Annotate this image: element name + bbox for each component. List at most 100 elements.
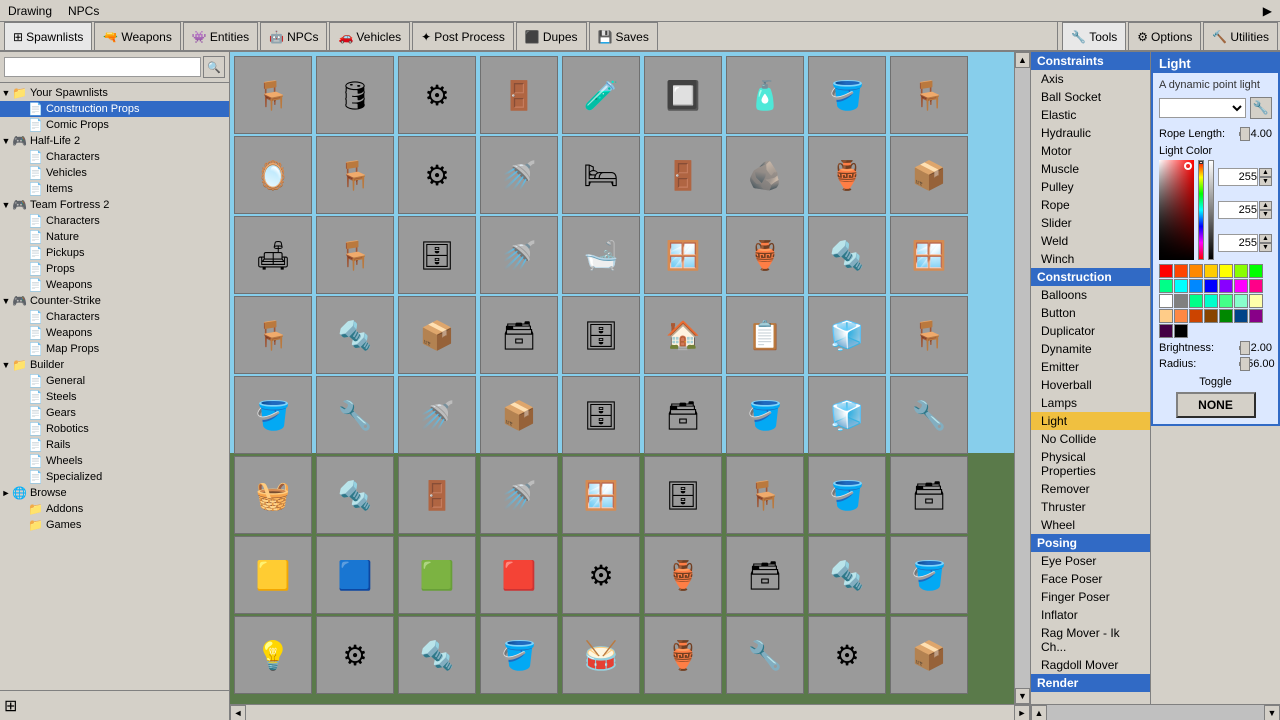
right-tab-options[interactable]: ⚙Options — [1128, 22, 1201, 50]
b-input[interactable] — [1218, 234, 1258, 252]
tab-vehicles[interactable]: 🚗Vehicles — [329, 22, 410, 50]
constraint-winch[interactable]: Winch — [1031, 250, 1150, 268]
construction-balloons[interactable]: Balloons — [1031, 286, 1150, 304]
sprite-item[interactable]: 🪟 — [644, 216, 722, 294]
constraint-muscle[interactable]: Muscle — [1031, 160, 1150, 178]
color-swatch-4[interactable] — [1219, 264, 1233, 278]
rope-slider-thumb[interactable] — [1240, 127, 1250, 141]
sprite-item[interactable]: ⚙ — [316, 616, 394, 694]
right-scroll-down[interactable]: ▼ — [1264, 705, 1280, 720]
tab-weapons[interactable]: 🔫Weapons — [94, 22, 180, 50]
tree-node-games[interactable]: 📁Games — [0, 517, 229, 533]
sprite-item[interactable]: 🪣 — [890, 536, 968, 614]
construction-lamps[interactable]: Lamps — [1031, 394, 1150, 412]
tree-node-tf2-nature[interactable]: 📄Nature — [0, 229, 229, 245]
sprite-item[interactable]: 🟥 — [480, 536, 558, 614]
sprite-item[interactable]: 🧊 — [808, 296, 886, 374]
sprite-item[interactable]: 🔩 — [316, 456, 394, 534]
sprite-item[interactable]: 🚿 — [480, 216, 558, 294]
construction-remover[interactable]: Remover — [1031, 480, 1150, 498]
sprite-item[interactable]: 🔧 — [890, 376, 968, 454]
color-swatch-7[interactable] — [1159, 279, 1173, 293]
tree-node-builder-rails[interactable]: 📄Rails — [0, 437, 229, 453]
panel-bottom-icon[interactable]: ⊞ — [4, 696, 17, 716]
sprite-item[interactable]: 🧴 — [726, 56, 804, 134]
posing-finger-poser[interactable]: Finger Poser — [1031, 588, 1150, 606]
scroll-right-button[interactable]: ► — [1014, 705, 1030, 720]
menu-npcs[interactable]: NPCs — [68, 4, 99, 18]
sprite-item[interactable]: 🚪 — [644, 136, 722, 214]
color-swatch-21[interactable] — [1159, 309, 1173, 323]
sprite-item[interactable]: 🗄 — [398, 216, 476, 294]
search-input[interactable] — [4, 57, 201, 77]
construction-wheel[interactable]: Wheel — [1031, 516, 1150, 534]
color-swatch-10[interactable] — [1204, 279, 1218, 293]
tree-node-builder-specialized[interactable]: 📄Specialized — [0, 469, 229, 485]
construction-emitter[interactable]: Emitter — [1031, 358, 1150, 376]
preset-dropdown[interactable] — [1159, 98, 1246, 118]
r-up-btn[interactable]: ▲ — [1259, 168, 1272, 177]
expand-builder[interactable]: ▼ — [0, 360, 12, 370]
sprite-item[interactable]: 🪑 — [890, 296, 968, 374]
constraint-rope[interactable]: Rope — [1031, 196, 1150, 214]
tree-node-hl2-characters[interactable]: 📄Characters — [0, 149, 229, 165]
color-swatch-8[interactable] — [1174, 279, 1188, 293]
tree-node-construction-props[interactable]: 📄Construction Props — [0, 101, 229, 117]
expand-counter-strike[interactable]: ▼ — [0, 296, 12, 306]
tree-node-hl2-items[interactable]: 📄Items — [0, 181, 229, 197]
construction-hoverball[interactable]: Hoverball — [1031, 376, 1150, 394]
right-scroll-up[interactable]: ▲ — [1031, 705, 1047, 720]
color-swatch-2[interactable] — [1189, 264, 1203, 278]
expand-your-spawnlists[interactable]: ▼ — [0, 88, 12, 98]
sprite-item[interactable]: 🔩 — [808, 216, 886, 294]
posing-eye-poser[interactable]: Eye Poser — [1031, 552, 1150, 570]
tree-node-tf2-props[interactable]: 📄Props — [0, 261, 229, 277]
sprite-item[interactable]: 🚿 — [480, 456, 558, 534]
color-swatch-23[interactable] — [1189, 309, 1203, 323]
color-swatch-15[interactable] — [1174, 294, 1188, 308]
sprite-item[interactable]: 🪑 — [316, 136, 394, 214]
sprite-item[interactable]: 💡 — [234, 616, 312, 694]
sprite-item[interactable]: 🪑 — [234, 296, 312, 374]
construction-duplicator[interactable]: Duplicator — [1031, 322, 1150, 340]
sprite-item[interactable]: 🟦 — [316, 536, 394, 614]
color-swatch-6[interactable] — [1249, 264, 1263, 278]
sprite-item[interactable]: 🛁 — [562, 216, 640, 294]
none-button[interactable]: NONE — [1176, 392, 1256, 418]
sprite-item[interactable]: 🏺 — [644, 536, 722, 614]
sprite-item[interactable]: 🔩 — [808, 536, 886, 614]
color-swatch-16[interactable] — [1189, 294, 1203, 308]
tab-saves[interactable]: 💾Saves — [589, 22, 658, 50]
sprite-item[interactable]: 🪣 — [808, 456, 886, 534]
sprite-item[interactable]: 🛢 — [316, 56, 394, 134]
center-scrollbar[interactable]: ▲ ▼ — [1014, 52, 1030, 704]
tab-spawnlists[interactable]: ⊞Spawnlists — [4, 22, 92, 50]
color-swatch-3[interactable] — [1204, 264, 1218, 278]
wrench-button[interactable]: 🔧 — [1250, 97, 1272, 119]
color-swatch-24[interactable] — [1204, 309, 1218, 323]
constraint-motor[interactable]: Motor — [1031, 142, 1150, 160]
construction-button[interactable]: Button — [1031, 304, 1150, 322]
search-button[interactable]: 🔍 — [203, 56, 225, 78]
color-swatch-26[interactable] — [1234, 309, 1248, 323]
alpha-bar[interactable] — [1208, 160, 1214, 260]
sprite-item[interactable]: 🪟 — [562, 456, 640, 534]
sprite-item[interactable]: 🪨 — [726, 136, 804, 214]
color-swatch-17[interactable] — [1204, 294, 1218, 308]
sprite-item[interactable]: 🏺 — [644, 616, 722, 694]
constraint-elastic[interactable]: Elastic — [1031, 106, 1150, 124]
posing-face-poser[interactable]: Face Poser — [1031, 570, 1150, 588]
radius-slider[interactable] — [1239, 362, 1241, 366]
sprite-item[interactable]: 🚪 — [398, 456, 476, 534]
constraint-pulley[interactable]: Pulley — [1031, 178, 1150, 196]
brightness-slider[interactable] — [1239, 346, 1241, 350]
b-up-btn[interactable]: ▲ — [1259, 234, 1272, 243]
sprite-item[interactable]: 🗃 — [726, 536, 804, 614]
sprite-item[interactable]: 🔲 — [644, 56, 722, 134]
sprite-item[interactable]: 🚿 — [398, 376, 476, 454]
tree-node-hl2-vehicles[interactable]: 📄Vehicles — [0, 165, 229, 181]
sprite-item[interactable]: 🗃 — [644, 376, 722, 454]
sprite-item[interactable]: 🧺 — [234, 456, 312, 534]
posing-ragdoll-mover[interactable]: Ragdoll Mover — [1031, 656, 1150, 674]
constraint-slider[interactable]: Slider — [1031, 214, 1150, 232]
